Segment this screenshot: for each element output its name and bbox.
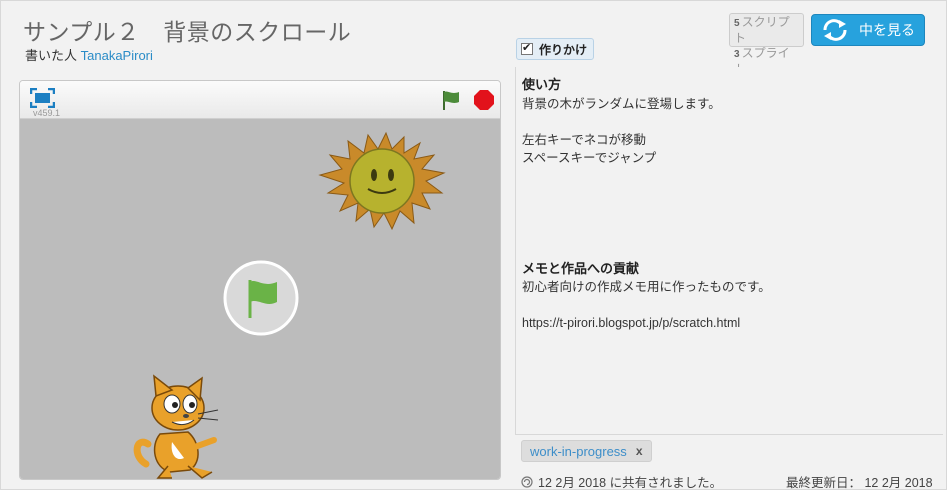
instructions-text: 背景の木がランダムに登場します。 左右キーでネコが移動 スペースキーでジャンプ xyxy=(522,97,721,165)
stage[interactable] xyxy=(20,119,500,479)
tag-chip[interactable]: work-in-progress x xyxy=(521,440,652,462)
share-icon xyxy=(521,475,533,488)
player-controls: v459.1 xyxy=(20,81,500,119)
instructions-heading: 使い方 xyxy=(522,77,562,92)
modified-date: 最終更新日： 12 2月 2018 xyxy=(786,476,933,490)
project-counts: 5スクリプト 3スプライト xyxy=(729,13,804,76)
notes-text: 初心者向けの作成メモ用に作ったものです。 https://t-pirori.bl… xyxy=(522,280,771,330)
fullscreen-icon[interactable] xyxy=(30,88,55,108)
project-player: v459.1 xyxy=(19,80,501,480)
scripts-count: 5 スクリプト xyxy=(734,15,790,45)
green-flag-icon[interactable] xyxy=(440,89,462,111)
project-title: サンプル２ 背景のスクロール xyxy=(23,19,352,45)
play-flag-overlay[interactable] xyxy=(223,260,299,336)
sun-sprite xyxy=(318,131,446,231)
author-byline: 書いた人 TanakaPirori xyxy=(25,45,153,64)
project-notes-panel: 使い方 背景の木がランダムに登場します。 左右キーでネコが移動 スペースキーでジ… xyxy=(515,67,943,435)
author-link[interactable]: TanakaPirori xyxy=(81,48,153,63)
shared-date: 12 2月 2018 に共有されました。 xyxy=(521,472,722,490)
project-page: サンプル２ 背景のスクロール 書いた人 TanakaPirori 作りかけ 5ス… xyxy=(0,0,947,490)
see-inside-label: 中を見る xyxy=(859,22,915,38)
by-label: 書いた人 xyxy=(25,48,78,63)
remix-arrows-icon xyxy=(823,19,847,41)
wip-checkbox[interactable] xyxy=(521,41,533,55)
wip-label: 作りかけ xyxy=(539,42,588,57)
see-inside-button[interactable]: 中を見る xyxy=(811,14,925,46)
work-in-progress-toggle[interactable]: 作りかけ xyxy=(516,38,595,60)
tag-label[interactable]: work-in-progress xyxy=(530,444,627,459)
cat-sprite xyxy=(133,374,219,479)
shared-text: 12 2月 2018 に共有されました。 xyxy=(538,476,723,490)
player-version: v459.1 xyxy=(33,108,61,118)
stop-sign-icon[interactable] xyxy=(473,89,495,111)
notes-heading: メモと作品への貢献 xyxy=(522,261,640,276)
tag-remove-button[interactable]: x xyxy=(636,444,643,458)
